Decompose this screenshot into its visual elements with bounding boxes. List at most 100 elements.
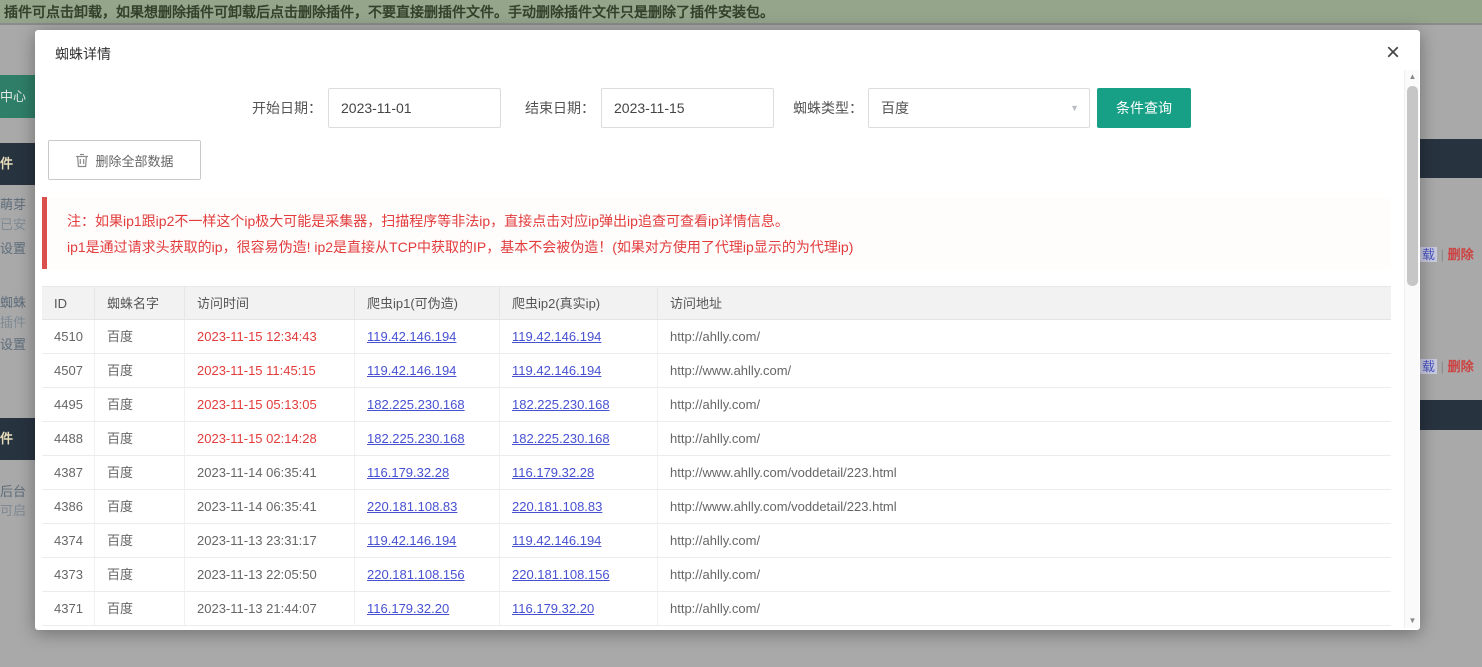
spider-table: ID蜘蛛名字访问时间爬虫ip1(可伪造)爬虫ip2(真实ip)访问地址 4510… xyxy=(42,286,1391,626)
cell-spider-name: 百度 xyxy=(95,422,185,455)
background-sidebar-tab-plugin: 件 xyxy=(0,143,35,185)
cell-id: 4510 xyxy=(42,320,95,353)
cell-visit-time: 2023-11-13 22:05:50 xyxy=(185,558,355,591)
trash-icon xyxy=(75,153,89,168)
cell-id: 4371 xyxy=(42,592,95,625)
cell-ip2: 116.179.32.28 xyxy=(500,456,658,489)
cell-ip2: 119.42.146.194 xyxy=(500,354,658,387)
column-header: 访问地址 xyxy=(658,287,1391,319)
column-header: 访问时间 xyxy=(185,287,355,319)
ip-link[interactable]: 182.225.230.168 xyxy=(512,397,610,412)
background-uninstall-link: 载 xyxy=(1420,247,1437,262)
scrollbar-thumb[interactable] xyxy=(1407,86,1418,286)
background-sidebar-item: 设置 xyxy=(0,336,35,354)
table-row: 4488百度2023-11-15 02:14:28 182.225.230.168… xyxy=(42,422,1391,456)
modal-title: 蜘蛛详情 xyxy=(55,44,111,64)
query-button[interactable]: 条件查询 xyxy=(1097,88,1191,128)
cell-visit-time: 2023-11-15 11:45:15 xyxy=(185,354,355,387)
cell-ip1: 116.179.32.28 xyxy=(355,456,500,489)
ip-link[interactable]: 116.179.32.20 xyxy=(512,601,594,616)
background-table-header-strip xyxy=(1420,139,1482,178)
cell-ip1: 119.42.146.194 xyxy=(355,354,500,387)
scroll-up-icon[interactable]: ▲ xyxy=(1405,70,1420,84)
ip-link[interactable]: 119.42.146.194 xyxy=(512,329,601,344)
cell-ip1: 182.225.230.168 xyxy=(355,388,500,421)
column-header: 爬虫ip1(可伪造) xyxy=(355,287,500,319)
ip-link[interactable]: 220.181.108.83 xyxy=(367,499,457,514)
warning-notice: 注：如果ip1跟ip2不一样这个ip极大可能是采集器，扫描程序等非法ip，直接点… xyxy=(42,197,1391,269)
cell-url: http://ahlly.com/ xyxy=(658,388,1391,421)
table-row: 4495百度2023-11-15 05:13:05182.225.230.168… xyxy=(42,388,1391,422)
ip-link[interactable]: 119.42.146.194 xyxy=(512,533,601,548)
background-sidebar-item: 后台 xyxy=(0,483,35,501)
table-header: ID蜘蛛名字访问时间爬虫ip1(可伪造)爬虫ip2(真实ip)访问地址 xyxy=(42,286,1391,320)
ip-link[interactable]: 182.225.230.168 xyxy=(512,431,610,446)
spider-detail-modal: 蜘蛛详情 × 开始日期： 结束日期： 蜘蛛类型： 百度 ▼ 条件查询 删除全部数… xyxy=(35,30,1420,630)
modal-scrollbar[interactable]: ▲ ▼ xyxy=(1404,70,1419,628)
spider-type-select[interactable]: 百度 ▼ xyxy=(868,88,1090,128)
cell-id: 4374 xyxy=(42,524,95,557)
cell-spider-name: 百度 xyxy=(95,592,185,625)
cell-ip1: 119.42.146.194 xyxy=(355,320,500,353)
background-sidebar-item: 已安 xyxy=(0,216,35,234)
ip-link[interactable]: 182.225.230.168 xyxy=(367,397,465,412)
cell-ip1: 182.225.230.168 xyxy=(355,422,500,455)
close-icon[interactable]: × xyxy=(1386,38,1400,68)
cell-spider-name: 百度 xyxy=(95,320,185,353)
cell-spider-name: 百度 xyxy=(95,354,185,387)
column-header: ID xyxy=(42,287,95,319)
cell-visit-time: 2023-11-15 12:34:43 xyxy=(185,320,355,353)
background-sidebar-item: 蜘蛛 xyxy=(0,294,35,312)
cell-ip2: 182.225.230.168 xyxy=(500,422,658,455)
ip-link[interactable]: 119.42.146.194 xyxy=(367,533,456,548)
start-date-input[interactable] xyxy=(328,88,501,128)
cell-url: http://www.ahlly.com/voddetail/223.html xyxy=(658,490,1391,523)
background-sidebar-tab-plugin2: 件 xyxy=(0,418,35,460)
ip-link[interactable]: 116.179.32.20 xyxy=(367,601,449,616)
cell-id: 4387 xyxy=(42,456,95,489)
ip-link[interactable]: 119.42.146.194 xyxy=(367,329,456,344)
cell-ip2: 119.42.146.194 xyxy=(500,524,658,557)
background-sidebar-item: 可启 xyxy=(0,502,35,520)
start-date-label: 开始日期： xyxy=(230,88,322,128)
cell-spider-name: 百度 xyxy=(95,558,185,591)
ip-link[interactable]: 116.179.32.28 xyxy=(512,465,594,480)
cell-id: 4488 xyxy=(42,422,95,455)
background-uninstall-link: 载 xyxy=(1420,359,1437,374)
background-delete-link: 删除 xyxy=(1448,359,1474,374)
cell-ip2: 119.42.146.194 xyxy=(500,320,658,353)
spider-type-value: 百度 xyxy=(881,100,909,116)
ip-link[interactable]: 220.181.108.83 xyxy=(512,499,602,514)
warning-line-1: 注：如果ip1跟ip2不一样这个ip极大可能是采集器，扫描程序等非法ip，直接点… xyxy=(67,208,1391,234)
cell-spider-name: 百度 xyxy=(95,524,185,557)
scroll-down-icon[interactable]: ▼ xyxy=(1405,614,1420,628)
cell-id: 4386 xyxy=(42,490,95,523)
chevron-down-icon: ▼ xyxy=(1070,89,1079,127)
ip-link[interactable]: 119.42.146.194 xyxy=(512,363,601,378)
cell-url: http://ahlly.com/ xyxy=(658,558,1391,591)
cell-visit-time: 2023-11-14 06:35:41 xyxy=(185,456,355,489)
table-body: 4510百度2023-11-15 12:34:43119.42.146.1941… xyxy=(42,320,1391,626)
column-header: 蜘蛛名字 xyxy=(95,287,185,319)
ip-link[interactable]: 220.181.108.156 xyxy=(367,567,465,582)
cell-id: 4373 xyxy=(42,558,95,591)
ip-link[interactable]: 182.225.230.168 xyxy=(367,431,465,446)
cell-ip2: 116.179.32.20 xyxy=(500,592,658,625)
cell-url: http://ahlly.com/ xyxy=(658,422,1391,455)
ip-link[interactable]: 119.42.146.194 xyxy=(367,363,456,378)
end-date-input[interactable] xyxy=(601,88,774,128)
cell-url: http://www.ahlly.com/voddetail/223.html xyxy=(658,456,1391,489)
cell-spider-name: 百度 xyxy=(95,388,185,421)
background-action-links: 载 | 删除 xyxy=(1420,245,1482,265)
end-date-label: 结束日期： xyxy=(503,88,595,128)
ip-link[interactable]: 116.179.32.28 xyxy=(367,465,449,480)
background-sidebar-tab-center: 中心 xyxy=(0,75,35,118)
cell-ip1: 119.42.146.194 xyxy=(355,524,500,557)
cell-ip2: 182.225.230.168 xyxy=(500,388,658,421)
ip-link[interactable]: 220.181.108.156 xyxy=(512,567,610,582)
cell-visit-time: 2023-11-15 02:14:28 xyxy=(185,422,355,455)
cell-url: http://www.ahlly.com/ xyxy=(658,354,1391,387)
delete-all-button[interactable]: 删除全部数据 xyxy=(48,140,201,180)
background-sidebar-item: 萌芽 xyxy=(0,196,35,214)
cell-ip1: 220.181.108.156 xyxy=(355,558,500,591)
